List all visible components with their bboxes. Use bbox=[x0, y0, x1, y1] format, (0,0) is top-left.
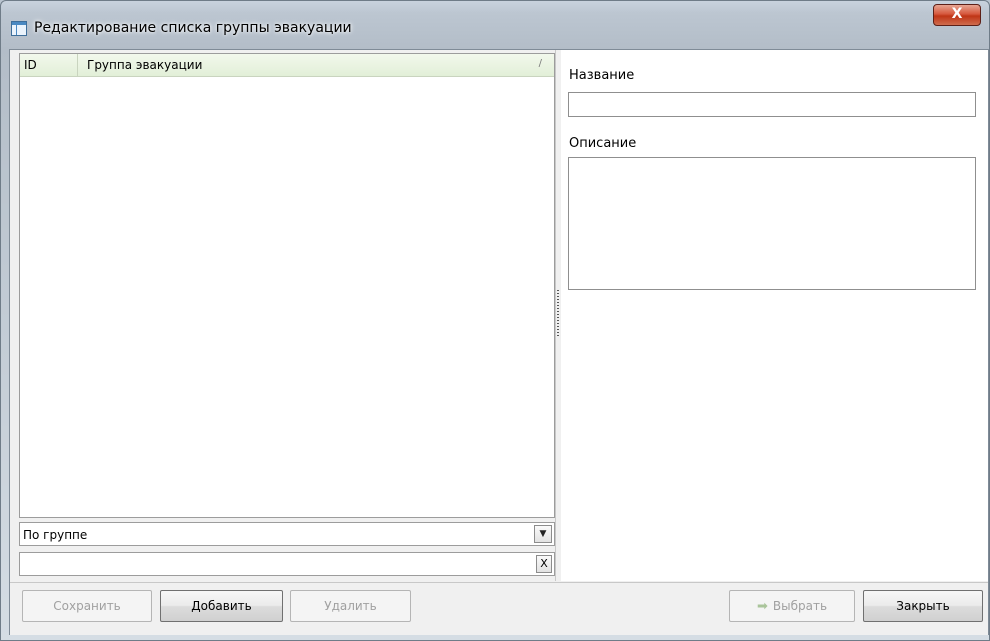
column-header-group[interactable]: Группа эвакуации / bbox=[78, 54, 554, 76]
arrow-right-icon: ➡ bbox=[756, 599, 768, 614]
delete-button[interactable]: Удалить bbox=[290, 590, 411, 622]
group-details-panel: Название Описание bbox=[561, 50, 988, 581]
sort-ascending-icon: / bbox=[538, 58, 542, 69]
window-icon bbox=[11, 21, 27, 36]
add-button[interactable]: Добавить bbox=[160, 590, 283, 622]
name-field[interactable] bbox=[568, 92, 976, 117]
title-bar[interactable]: Редактирование списка группы эвакуации X bbox=[1, 1, 989, 49]
clear-filter-button[interactable]: X bbox=[536, 555, 552, 573]
close-button[interactable]: Закрыть bbox=[863, 590, 983, 622]
evacuation-group-dialog: Редактирование списка группы эвакуации X… bbox=[0, 0, 990, 641]
splitter-grip-icon bbox=[557, 290, 559, 338]
description-label: Описание bbox=[569, 136, 637, 151]
filter-search-input[interactable]: X bbox=[19, 552, 555, 576]
select-button-label: Выбрать bbox=[772, 599, 828, 613]
button-bar: Сохранить Добавить Удалить ➡ Выбрать Закр… bbox=[10, 582, 988, 635]
group-list-panel: ID Группа эвакуации / По группе ▼ X bbox=[19, 50, 555, 581]
window-close-button[interactable]: X bbox=[933, 4, 981, 26]
chevron-down-icon[interactable]: ▼ bbox=[534, 525, 552, 543]
grid-body[interactable] bbox=[20, 77, 554, 517]
select-button[interactable]: ➡ Выбрать bbox=[729, 590, 855, 622]
column-header-group-label: Группа эвакуации bbox=[87, 58, 203, 72]
filter-mode-value: По группе bbox=[23, 528, 88, 542]
window-title: Редактирование списка группы эвакуации bbox=[34, 20, 352, 36]
filter-mode-dropdown[interactable]: По группе ▼ bbox=[19, 522, 555, 546]
dialog-client-area: ID Группа эвакуации / По группе ▼ X Назв… bbox=[9, 49, 989, 635]
name-label: Название bbox=[569, 68, 635, 83]
column-header-id[interactable]: ID bbox=[20, 54, 78, 76]
column-header-id-label: ID bbox=[24, 58, 37, 72]
grid-header: ID Группа эвакуации / bbox=[20, 54, 554, 77]
evacuation-group-grid[interactable]: ID Группа эвакуации / bbox=[19, 53, 555, 518]
save-button[interactable]: Сохранить bbox=[22, 590, 152, 622]
description-field[interactable] bbox=[568, 157, 976, 290]
